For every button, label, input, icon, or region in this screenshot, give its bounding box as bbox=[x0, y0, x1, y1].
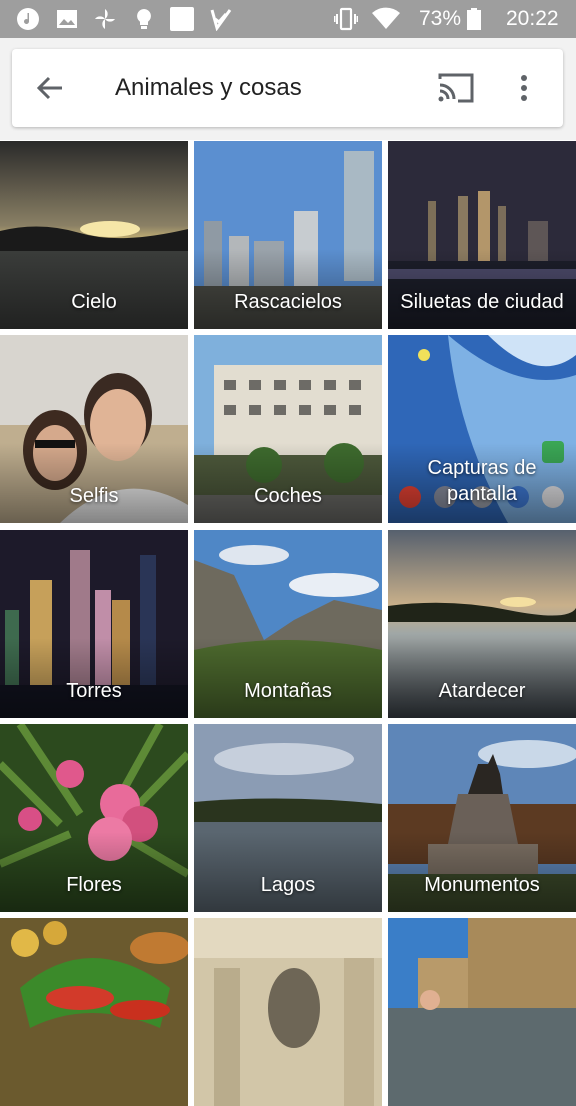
food-thumbnail bbox=[0, 918, 188, 1106]
pinwheel-icon bbox=[95, 9, 115, 29]
category-label: Atardecer bbox=[438, 680, 526, 702]
category-tile-building[interactable] bbox=[388, 918, 576, 1106]
image-icon bbox=[57, 10, 77, 28]
category-tile-cielo[interactable]: Cielo bbox=[0, 141, 188, 329]
status-bar: 73% 20:22 bbox=[0, 0, 576, 38]
category-label: Siluetas de ciudad bbox=[400, 291, 564, 313]
category-label: Coches bbox=[254, 485, 322, 507]
category-label: Lagos bbox=[260, 874, 316, 896]
vibrate-icon bbox=[334, 7, 358, 31]
category-label: Rascacielos bbox=[234, 291, 342, 313]
category-label: Montañas bbox=[244, 680, 332, 702]
category-tile-siluetas[interactable]: Siluetas de ciudad bbox=[388, 141, 576, 329]
more-vertical-icon[interactable] bbox=[512, 71, 536, 105]
arrow-back-icon[interactable] bbox=[34, 72, 66, 104]
category-tile-food[interactable] bbox=[0, 918, 188, 1106]
category-tile-monumentos[interactable]: Monumentos bbox=[388, 724, 576, 912]
building-thumbnail bbox=[388, 918, 576, 1106]
category-tile-lagos[interactable]: Lagos bbox=[194, 724, 382, 912]
category-tile-architecture[interactable] bbox=[194, 918, 382, 1106]
bulb-icon bbox=[137, 9, 151, 29]
page-title: Animales y cosas bbox=[115, 74, 302, 101]
check-badge-icon bbox=[210, 9, 232, 31]
category-label: Monumentos bbox=[424, 874, 540, 896]
category-tile-capturas[interactable]: Capturas de pantalla bbox=[388, 335, 576, 523]
category-tile-rascacielos[interactable]: Rascacielos bbox=[194, 141, 382, 329]
category-tile-atardecer[interactable]: Atardecer bbox=[388, 530, 576, 718]
music-icon bbox=[17, 8, 39, 30]
architecture-thumbnail bbox=[194, 918, 382, 1106]
category-tile-coches[interactable]: Coches bbox=[194, 335, 382, 523]
category-tile-torres[interactable]: Torres bbox=[0, 530, 188, 718]
battery-percent: 73% bbox=[419, 7, 462, 30]
app-bar: Animales y cosas bbox=[12, 49, 563, 127]
category-label: Torres bbox=[66, 680, 122, 702]
category-tile-selfis[interactable]: Selfis bbox=[0, 335, 188, 523]
category-tile-flores[interactable]: Flores bbox=[0, 724, 188, 912]
category-label: Capturas de pantalla bbox=[427, 457, 537, 505]
clock: 20:22 bbox=[506, 7, 559, 30]
category-label: Selfis bbox=[69, 485, 119, 507]
category-tile-montanas[interactable]: Montañas bbox=[194, 530, 382, 718]
battery-icon bbox=[467, 8, 481, 30]
category-label: Cielo bbox=[71, 291, 117, 313]
cast-icon[interactable] bbox=[436, 71, 476, 105]
wifi-icon bbox=[372, 7, 400, 29]
category-label: Flores bbox=[66, 874, 122, 896]
square-icon bbox=[170, 7, 194, 31]
